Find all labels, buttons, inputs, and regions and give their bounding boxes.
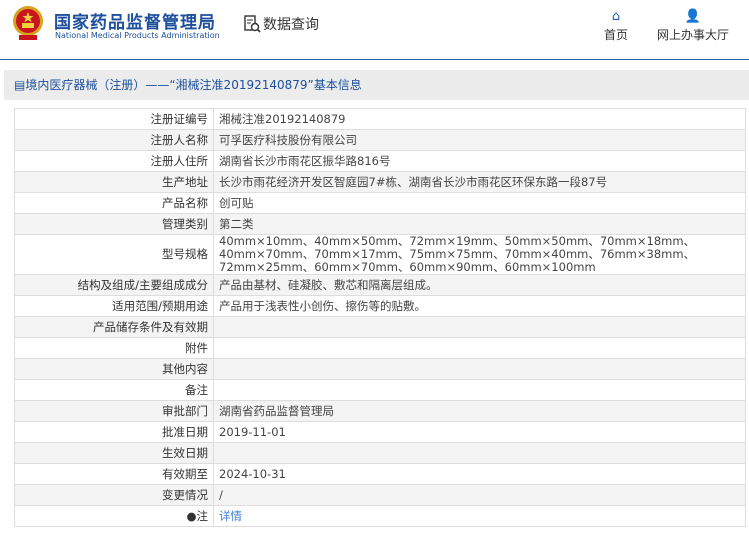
row-label: 附件 <box>14 337 214 359</box>
row-label: 有效期至 <box>14 463 214 485</box>
row-value <box>213 316 746 338</box>
row-value <box>213 379 746 401</box>
document-search-icon <box>244 15 261 33</box>
table-row: 型号规格 40mm×10mm、40mm×50mm、72mm×19mm、50mm×5… <box>14 234 746 275</box>
row-label: 注册人名称 <box>14 129 214 151</box>
row-label: 审批部门 <box>14 400 214 422</box>
org-name-en: National Medical Products Administration <box>55 31 220 40</box>
row-value: 2024-10-31 <box>213 463 746 485</box>
nav-home-label: 首页 <box>604 28 629 42</box>
row-value: 2019-11-01 <box>213 421 746 443</box>
table-row: 结构及组成/主要组成成分 产品由基材、硅凝胶、敷芯和隔离层组成。 <box>14 274 746 296</box>
org-name-cn[interactable]: 国家药品监督管理局 <box>54 8 216 33</box>
detail-table: 注册证编号 湘械注准20192140879 注册人名称 可孚医疗科技股份有限公司 注册人… <box>14 108 746 527</box>
row-value: 40mm×10mm、40mm×50mm、72mm×19mm、50mm×50mm、… <box>213 234 746 275</box>
nav-online-hall[interactable]: 👤 网上办事大厅 <box>657 8 729 43</box>
row-value: 可孚医疗科技股份有限公司 <box>213 129 746 151</box>
table-row: 适用范围/预期用途 产品用于浅表性小创伤、擦伤等的贴敷。 <box>14 295 746 317</box>
breadcrumb-text: 境内医疗器械（注册）——“湘械注准20192140879”基本信息 <box>25 78 362 92</box>
row-label: 注册人住所 <box>14 150 214 172</box>
row-value <box>213 358 746 380</box>
row-value <box>213 442 746 464</box>
table-row: 注册人住所 湖南省长沙市雨花区振华路816号 <box>14 150 746 172</box>
table-row-note: ●注 详情 <box>14 505 746 527</box>
row-value: 湖南省长沙市雨花区振华路816号 <box>213 150 746 172</box>
row-value: 创可贴 <box>213 192 746 214</box>
row-label: 生产地址 <box>14 171 214 193</box>
row-label: 变更情况 <box>14 484 214 506</box>
pin-icon: ● <box>186 508 197 523</box>
row-value: 详情 <box>213 505 746 527</box>
row-value: 湖南省药品监督管理局 <box>213 400 746 422</box>
row-value: / <box>213 484 746 506</box>
row-label: 适用范围/预期用途 <box>14 295 214 317</box>
row-value: 产品用于浅表性小创伤、擦伤等的贴敷。 <box>213 295 746 317</box>
document-icon: ▤ <box>14 78 26 92</box>
row-label: 生效日期 <box>14 442 214 464</box>
row-label: 备注 <box>14 379 214 401</box>
row-value: 湘械注准20192140879 <box>213 108 746 130</box>
row-label: 产品储存条件及有效期 <box>14 316 214 338</box>
data-query-label: 数据查询 <box>263 17 319 33</box>
table-row: 产品名称 创可贴 <box>14 192 746 214</box>
row-label: 产品名称 <box>14 192 214 214</box>
table-row: 备注 <box>14 379 746 401</box>
table-row: 注册人名称 可孚医疗科技股份有限公司 <box>14 129 746 151</box>
row-label: 管理类别 <box>14 213 214 235</box>
nav-online-hall-label: 网上办事大厅 <box>657 28 730 42</box>
row-label: 结构及组成/主要组成成分 <box>14 274 214 296</box>
row-value: 第二类 <box>213 213 746 235</box>
table-row: 产品储存条件及有效期 <box>14 316 746 338</box>
table-row: 生效日期 <box>14 442 746 464</box>
table-row: 审批部门 湖南省药品监督管理局 <box>14 400 746 422</box>
home-icon: ⌂ <box>611 9 621 24</box>
note-label: 注 <box>196 508 209 523</box>
details-link[interactable]: 详情 <box>219 509 242 523</box>
table-row: 变更情况 / <box>14 484 746 506</box>
row-label: 型号规格 <box>14 234 214 275</box>
user-icon: 👤 <box>684 9 702 24</box>
table-row: 其他内容 <box>14 358 746 380</box>
table-row: 注册证编号 湘械注准20192140879 <box>14 108 746 130</box>
row-label: 其他内容 <box>14 358 214 380</box>
row-label: 注册证编号 <box>14 108 214 130</box>
table-row: 管理类别 第二类 <box>14 213 746 235</box>
table-row: 生产地址 长沙市雨花经济开发区智庭园7#栋、湖南省长沙市雨花区环保东路一段87号 <box>14 171 746 193</box>
row-label: ●注 <box>14 505 214 527</box>
national-emblem-icon <box>13 6 43 40</box>
table-row: 附件 <box>14 337 746 359</box>
row-value: 长沙市雨花经济开发区智庭园7#栋、湖南省长沙市雨花区环保东路一段87号 <box>213 171 746 193</box>
row-label: 批准日期 <box>14 421 214 443</box>
table-row: 有效期至 2024-10-31 <box>14 463 746 485</box>
table-row: 批准日期 2019-11-01 <box>14 421 746 443</box>
site-header: 国家药品监督管理局 National Medical Products Admi… <box>0 0 749 60</box>
nav-home[interactable]: ⌂ 首页 <box>604 8 628 43</box>
breadcrumb: ▤境内医疗器械（注册）——“湘械注准20192140879”基本信息 <box>4 70 749 100</box>
row-value <box>213 337 746 359</box>
data-query-title: 数据查询 <box>243 14 319 34</box>
row-value: 产品由基材、硅凝胶、敷芯和隔离层组成。 <box>213 274 746 296</box>
